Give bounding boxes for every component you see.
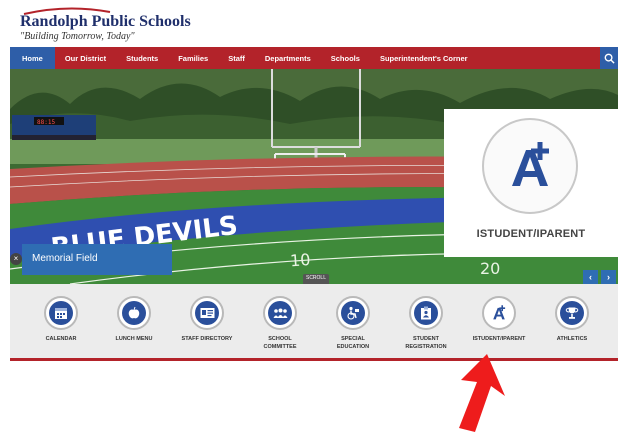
a-plus-icon	[512, 142, 549, 186]
quicklink-icon-bg	[122, 301, 146, 325]
clipboard-icon	[421, 306, 431, 320]
quicklink-istudent-iparent[interactable]: ISTUDENT/IPARENT	[462, 296, 536, 343]
slide-prev-button[interactable]: ‹	[583, 270, 598, 284]
search-icon	[604, 53, 615, 64]
quicklink-icon-bg	[195, 301, 219, 325]
quicklink-circle	[409, 296, 443, 330]
quicklink-label: SCHOOL COMMITTEE	[263, 336, 297, 350]
slide-next-button[interactable]: ›	[601, 270, 616, 284]
callout-label: ISTUDENT/IPARENT	[476, 228, 586, 240]
zoom-callout: ISTUDENT/IPARENT	[444, 109, 618, 257]
quicklink-icon-bg	[560, 301, 584, 325]
quicklink-circle	[336, 296, 370, 330]
people-icon	[273, 308, 287, 318]
apple-icon	[128, 306, 140, 319]
nav-departments[interactable]: Departments	[255, 47, 321, 69]
trophy-icon	[565, 307, 579, 319]
quicklink-circle	[555, 296, 589, 330]
a-plus-icon	[493, 305, 506, 320]
main-nav: Home Our District Students Families Staf…	[10, 47, 618, 69]
red-pointer-arrow-icon	[459, 354, 505, 432]
scroll-down-button[interactable]: SCROLL ⌄	[303, 274, 329, 284]
svg-text:20: 20	[480, 259, 500, 278]
quicklink-staff-directory[interactable]: STAFF DIRECTORY	[170, 296, 244, 343]
quicklink-label: ATHLETICS	[556, 336, 588, 342]
nav-our-district[interactable]: Our District	[55, 47, 116, 69]
id-card-icon	[200, 308, 214, 318]
quicklink-icon-bg	[268, 301, 292, 325]
district-name: Randolph Public Schools	[20, 13, 191, 30]
district-tagline: "Building Tomorrow, Today"	[20, 31, 135, 42]
quicklink-special-education[interactable]: SPECIAL EDUCATION	[316, 296, 390, 351]
quicklink-circle	[190, 296, 224, 330]
quicklink-icon-bg	[414, 301, 438, 325]
nav-home[interactable]: Home	[10, 47, 55, 69]
nav-staff[interactable]: Staff	[218, 47, 255, 69]
quicklink-lunch-menu[interactable]: LUNCH MENU	[97, 296, 171, 343]
quicklink-circle	[263, 296, 297, 330]
slide-caption: Memorial Field	[22, 244, 172, 275]
search-button[interactable]	[600, 47, 618, 69]
page: Randolph Public Schools "Building Tomorr…	[0, 0, 618, 434]
quicklink-label: LUNCH MENU	[115, 336, 153, 342]
quicklink-label: ISTUDENT/IPARENT	[472, 336, 526, 342]
quicklink-icon-bg	[487, 301, 511, 325]
nav-schools[interactable]: Schools	[321, 47, 370, 69]
quick-links-bar: CALENDAR LUNCH MENU STAFF DIRECTORY SCHO…	[10, 284, 618, 361]
quicklink-circle	[482, 296, 516, 330]
nav-families[interactable]: Families	[168, 47, 218, 69]
svg-text:88:15: 88:15	[37, 119, 55, 126]
quicklink-icon-bg	[49, 301, 73, 325]
quicklink-circle	[44, 296, 78, 330]
quicklink-calendar[interactable]: CALENDAR	[24, 296, 98, 343]
quicklink-label: STAFF DIRECTORY	[181, 336, 233, 342]
nav-students[interactable]: Students	[116, 47, 168, 69]
nav-superintendents-corner[interactable]: Superintendent's Corner	[370, 47, 478, 69]
quicklink-label: SPECIAL EDUCATION	[336, 336, 370, 350]
accessibility-icon	[347, 306, 359, 320]
quicklink-circle	[117, 296, 151, 330]
slide-controls: ‹ ›	[583, 270, 616, 284]
quicklink-school-committee[interactable]: SCHOOL COMMITTEE	[243, 296, 317, 351]
svg-text:10: 10	[289, 250, 311, 270]
callout-icon-circle	[482, 118, 578, 214]
quicklink-label: STUDENT REGISTRATION	[405, 336, 447, 350]
quicklink-icon-bg	[341, 301, 365, 325]
calendar-icon	[55, 308, 67, 319]
quicklink-label: CALENDAR	[45, 336, 77, 342]
quicklink-athletics[interactable]: ATHLETICS	[535, 296, 609, 343]
slide-close-icon[interactable]: ×	[10, 253, 22, 265]
quicklink-student-registration[interactable]: STUDENT REGISTRATION	[389, 296, 463, 351]
district-logo[interactable]: Randolph Public Schools "Building Tomorr…	[8, 4, 238, 44]
